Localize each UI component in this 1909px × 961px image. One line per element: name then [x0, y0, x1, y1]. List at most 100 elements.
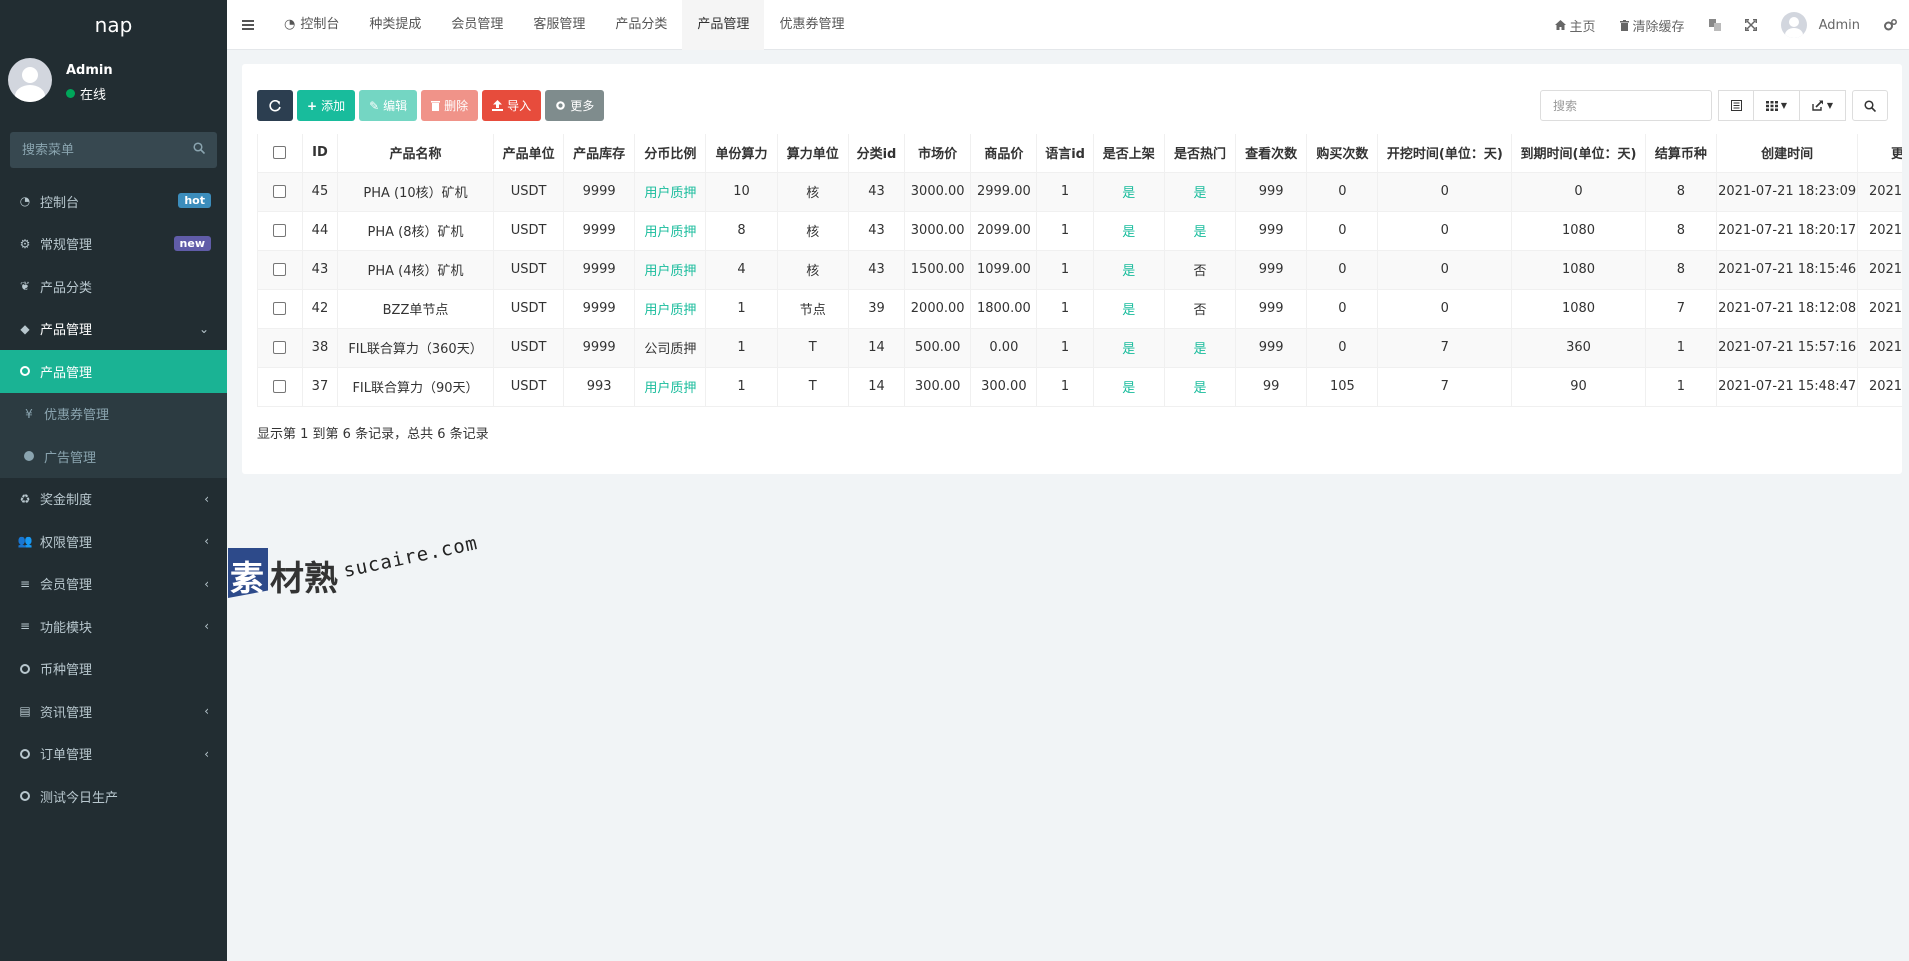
tab-1[interactable]: 种类提成	[354, 0, 436, 50]
sidebar-item-1[interactable]: ⚙ 常规管理 new	[0, 223, 227, 266]
tab-0[interactable]: ◔ 控制台	[269, 0, 354, 50]
advanced-search-button[interactable]	[1852, 90, 1888, 121]
table-cell[interactable]: 用户质押	[634, 249, 707, 290]
tab-6[interactable]: 优惠券管理	[764, 0, 859, 50]
home-link[interactable]: 主页	[1543, 0, 1608, 50]
table-cell: 2021-08-16 15	[1857, 171, 1902, 212]
sidebar-item-0[interactable]: ◔ 控制台 hot	[0, 180, 227, 223]
add-button[interactable]: + 添加	[297, 90, 356, 121]
clear-cache-button[interactable]: 清除缓存	[1608, 0, 1697, 50]
column-header[interactable]: ID	[301, 134, 338, 173]
table-search-input[interactable]	[1540, 90, 1712, 121]
column-header[interactable]: 分币比例	[634, 134, 707, 173]
column-header[interactable]: 购买次数	[1306, 134, 1379, 173]
column-header[interactable]: 产品库存	[563, 134, 636, 173]
column-header[interactable]: 分类id	[847, 134, 906, 173]
column-header[interactable]: 产品单位	[493, 134, 565, 173]
table-cell: 2021-07-21 18:23:09	[1716, 171, 1859, 212]
table-row[interactable]: 44 PHA (8核）矿机 USDT 9999 用户质押 8 核 43 3000.00 2099.…	[257, 210, 1902, 251]
export-button[interactable]: ▼	[1800, 90, 1846, 121]
table-cell[interactable]: 是	[1092, 288, 1165, 329]
tab-4[interactable]: 产品分类	[600, 0, 682, 50]
column-header[interactable]: 语言id	[1036, 134, 1094, 173]
row-checkbox[interactable]	[273, 341, 287, 354]
table-cell: 43	[301, 249, 338, 290]
sidebar-item-11[interactable]: 币种管理	[0, 648, 227, 691]
column-header[interactable]: 是否上架	[1092, 134, 1165, 173]
sidebar-item-14[interactable]: 测试今日生产	[0, 775, 227, 818]
settings-button[interactable]	[1872, 0, 1909, 50]
table-cell: 0	[1306, 249, 1379, 290]
sidebar-item-3[interactable]: ◆ 产品管理 ⌄	[0, 308, 227, 351]
row-checkbox[interactable]	[273, 224, 287, 237]
column-header[interactable]: 到期时间(单位：天)	[1511, 134, 1646, 173]
table-cell[interactable]: 用户质押	[634, 366, 707, 407]
menu-search-input[interactable]	[10, 132, 217, 168]
sidebar-item-5[interactable]: ¥ 优惠券管理	[0, 392, 227, 435]
row-checkbox[interactable]	[273, 185, 287, 198]
table-cell[interactable]: 是	[1092, 327, 1165, 368]
table-cell: 公司质押	[634, 327, 707, 368]
tab-3[interactable]: 客服管理	[518, 0, 600, 50]
table-cell[interactable]: 用户质押	[634, 288, 707, 329]
select-all-checkbox[interactable]	[273, 146, 287, 160]
translate-button[interactable]	[1697, 0, 1733, 50]
row-checkbox[interactable]	[273, 263, 287, 276]
card-view-button[interactable]	[1718, 90, 1754, 121]
delete-button[interactable]: 删除	[421, 90, 479, 121]
sidebar-item-12[interactable]: ▤ 资讯管理 ‹	[0, 690, 227, 733]
sidebar-item-6[interactable]: 广告管理	[0, 435, 227, 478]
table-cell[interactable]: 是	[1163, 327, 1237, 368]
user-menu[interactable]: Admin	[1769, 0, 1872, 50]
fullscreen-button[interactable]	[1733, 0, 1769, 50]
table-cell[interactable]: 是	[1163, 171, 1237, 212]
column-header[interactable]: 查看次数	[1235, 134, 1308, 173]
table-row[interactable]: 42 BZZ单节点 USDT 9999 用户质押 1 节点 39 2000.00 1800.00 1…	[257, 288, 1902, 329]
table-cell[interactable]: 用户质押	[634, 171, 707, 212]
table-row[interactable]: 45 PHA (10核）矿机 USDT 9999 用户质押 10 核 43 3000.00 299…	[257, 171, 1902, 212]
row-checkbox[interactable]	[273, 302, 287, 315]
row-checkbox[interactable]	[273, 380, 287, 393]
column-header[interactable]: 结算币种	[1644, 134, 1718, 173]
refresh-icon	[269, 99, 281, 111]
sidebar-item-7[interactable]: ♻ 奖金制度 ‹	[0, 478, 227, 521]
columns-toggle-button[interactable]: ▼	[1754, 90, 1800, 121]
app-logo[interactable]: nap	[0, 0, 227, 50]
tab-2[interactable]: 会员管理	[436, 0, 518, 50]
import-button[interactable]: 导入	[482, 90, 542, 121]
table-cell[interactable]: 是	[1092, 171, 1165, 212]
column-header[interactable]: 市场价	[904, 134, 972, 173]
column-header[interactable]: 算力单位	[776, 134, 849, 173]
table-cell: 4	[705, 249, 778, 290]
column-header[interactable]: 商品价	[970, 134, 1038, 173]
table-row[interactable]: 37 FIL联合算力（90天） USDT 993 用户质押 1 T 14 300.00 300.0…	[257, 366, 1902, 407]
table-cell: 9999	[563, 249, 636, 290]
tab-5[interactable]: 产品管理	[682, 0, 765, 50]
table-row[interactable]: 38 FIL联合算力（360天） USDT 9999 公司质押 1 T 14 500.00 0.0…	[257, 327, 1902, 368]
sidebar-toggle-button[interactable]	[227, 0, 269, 50]
table-cell[interactable]: 是	[1092, 366, 1165, 407]
more-button[interactable]: 更多	[545, 90, 605, 121]
column-header[interactable]: 单份算力	[705, 134, 778, 173]
search-icon[interactable]	[193, 142, 205, 154]
table-row[interactable]: 43 PHA (4核）矿机 USDT 9999 用户质押 4 核 43 1500.00 1099.…	[257, 249, 1902, 290]
sidebar-item-8[interactable]: 👥 权限管理 ‹	[0, 520, 227, 563]
sidebar-item-2[interactable]: ❦ 产品分类	[0, 265, 227, 308]
table-cell[interactable]: 是	[1092, 249, 1165, 290]
table-cell[interactable]: 是	[1163, 366, 1237, 407]
column-header[interactable]: 开挖时间(单位：天)	[1377, 134, 1513, 173]
yen-icon: ¥	[25, 406, 33, 421]
table-cell[interactable]: 是	[1163, 210, 1237, 251]
table-cell[interactable]: 是	[1092, 210, 1165, 251]
column-header[interactable]: 产品名称	[336, 134, 495, 173]
column-header[interactable]: 更新时间	[1857, 134, 1902, 173]
sidebar-item-9[interactable]: ≡ 会员管理 ‹	[0, 563, 227, 606]
refresh-button[interactable]	[257, 90, 293, 121]
table-cell[interactable]: 用户质押	[634, 210, 707, 251]
column-header[interactable]: 创建时间	[1716, 134, 1859, 173]
edit-button[interactable]: ✎ 编辑	[359, 90, 418, 121]
sidebar-item-4[interactable]: 产品管理	[0, 350, 227, 393]
sidebar-item-10[interactable]: ≡ 功能模块 ‹	[0, 605, 227, 648]
sidebar-item-13[interactable]: 订单管理 ‹	[0, 733, 227, 776]
column-header[interactable]: 是否热门	[1163, 134, 1237, 173]
